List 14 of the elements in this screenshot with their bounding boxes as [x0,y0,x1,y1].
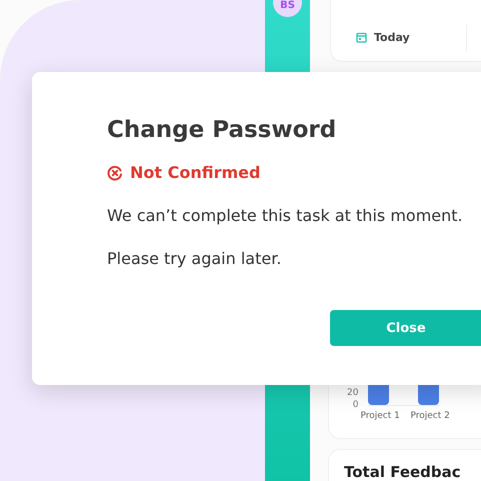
message-text: Please try again later. [107,249,282,268]
dialog-title: Change Password [107,117,338,143]
calendar-icon [356,32,367,43]
error-icon [107,164,123,180]
date-filter[interactable]: Today [356,31,466,44]
message-text: We can’t complete this task at this moment. [107,206,464,225]
category-label: Project 2 [410,411,450,421]
close-button[interactable]: Close [330,310,481,346]
axis-tick-label: 20 [347,388,358,398]
axis-tick-label: 0 [352,400,358,410]
status-label: Not Confirmed [130,163,260,182]
card-title: Total Feedbac [344,463,461,481]
category-label: Project 1 [360,411,400,421]
avatar[interactable]: BS [273,0,302,17]
